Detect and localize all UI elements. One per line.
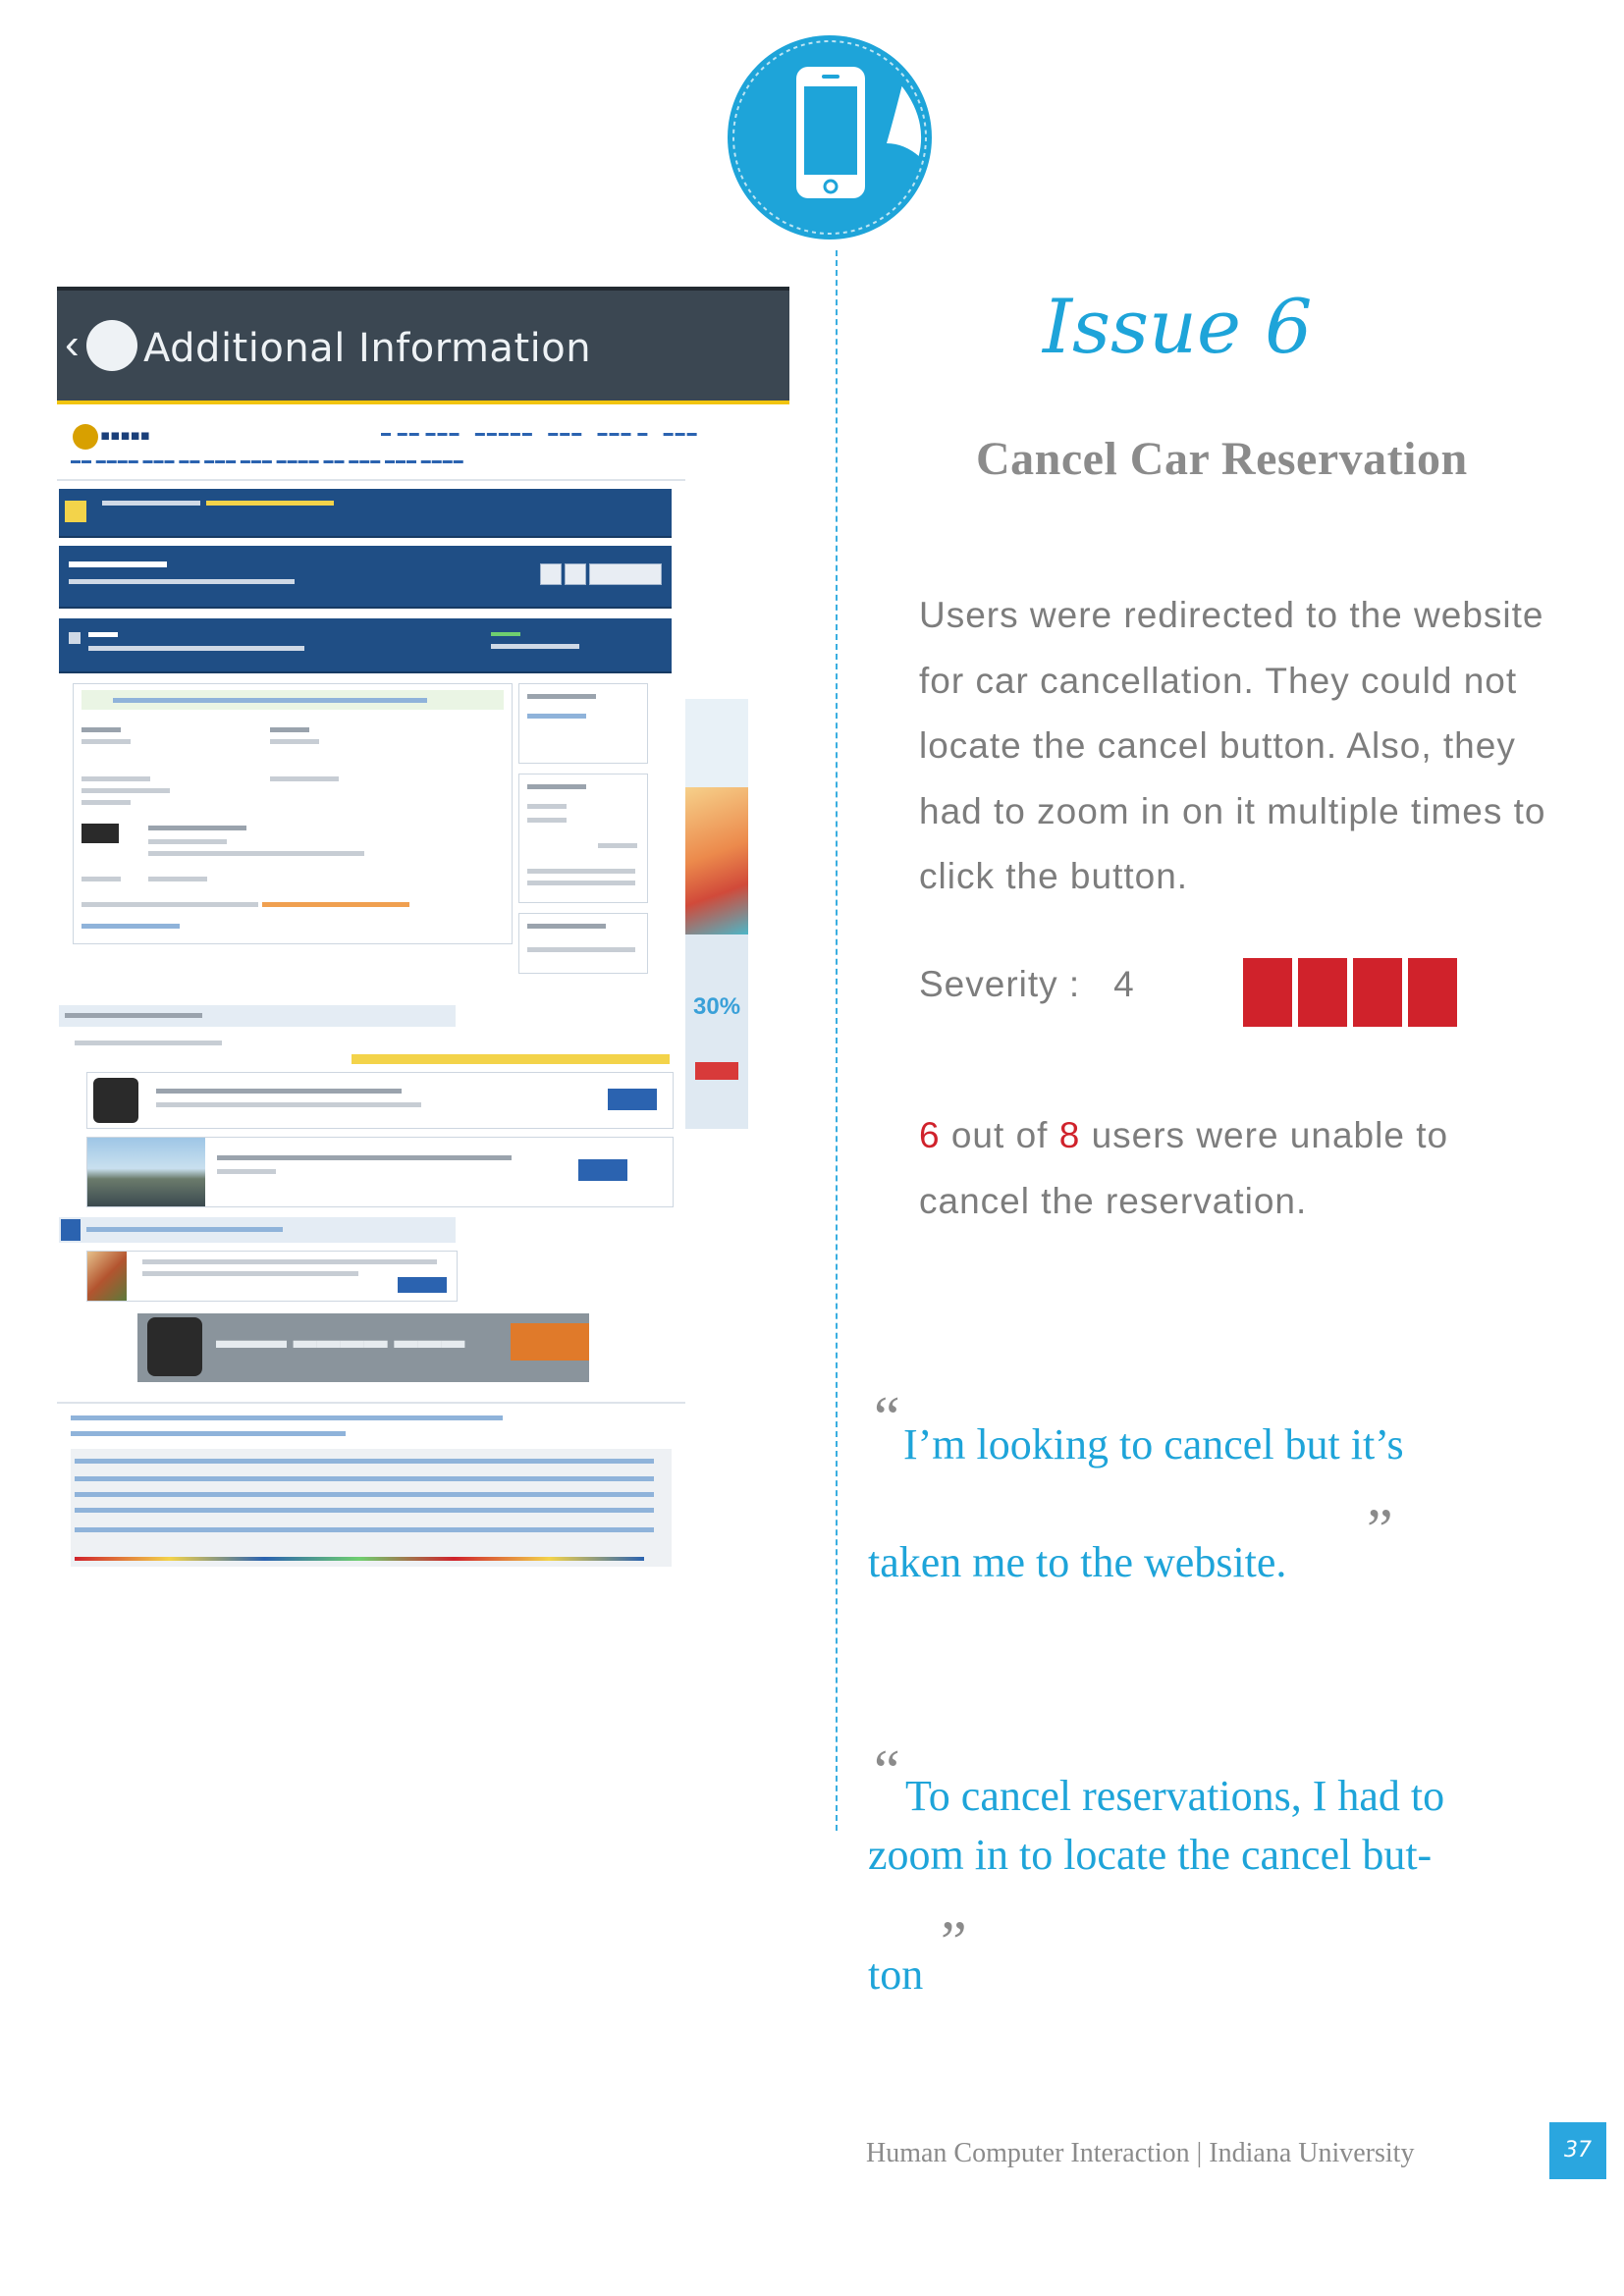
chevron-left-icon: ‹ [65, 320, 80, 368]
manage-booking-panel [518, 683, 648, 764]
promo-strip [352, 1054, 670, 1064]
site-logo-icon [73, 424, 98, 450]
car-title-bar [59, 546, 672, 609]
severity-block [1243, 958, 1292, 1027]
page-number: 37 [1549, 2122, 1606, 2179]
quote-2-line-3: ton [868, 1950, 924, 1999]
activity-offer [86, 1137, 674, 1207]
site-sub-nav: ▬▬ ▬▬▬▬ ▬▬▬ ▬▬ ▬▬▬ ▬▬▬ ▬▬▬▬ ▬▬ ▬▬▬ ▬▬▬ ▬… [71, 455, 464, 466]
screenshot-header: ‹ Additional Information [57, 287, 789, 404]
user-stat: 6 out of 8 users were unable to cancel t… [919, 1103, 1469, 1234]
site-footer [71, 1449, 672, 1567]
stat-out-of: out of [950, 1115, 1049, 1155]
severity-row: Severity : 4 [919, 964, 1135, 1005]
app-banner [59, 489, 672, 538]
flight-offer [86, 1251, 458, 1302]
aspca-banner: ▬▬▬ ▬▬▬▬ ▬▬▬ [137, 1313, 589, 1382]
dog-photo [147, 1317, 202, 1376]
transport-offer [86, 1072, 674, 1129]
print-icon [540, 563, 562, 585]
issue-title: Issue 6 [1043, 283, 1313, 370]
bus-icon [93, 1078, 138, 1123]
alcatraz-photo [87, 1138, 205, 1206]
quote-1-line-2: taken me to the website. [868, 1538, 1287, 1586]
open-quote-mark: “ [874, 1385, 900, 1450]
email-icon [565, 563, 586, 585]
flight-section-header [59, 1217, 456, 1243]
issue-subtitle: Cancel Car Reservation [976, 433, 1468, 485]
website-screenshot: ▪▪▪▪▪ ▬ ▬▬ ▬▬▬ ▬▬▬▬▬ ▬▬▬ ▬▬▬ ▬ ▬▬▬ ▬▬ ▬▬… [57, 404, 789, 1592]
select-button [608, 1089, 657, 1110]
open-quote-mark: “ [874, 1738, 900, 1803]
share-button [589, 563, 662, 585]
phone-icon [728, 35, 932, 240]
reservation-details [73, 683, 513, 944]
airplane-icon [86, 320, 137, 371]
stat-count: 6 [919, 1115, 941, 1155]
section-header [59, 1005, 456, 1027]
side-advertisement: 30% [685, 699, 748, 1129]
severity-block [1353, 958, 1402, 1027]
screenshot-image: ‹ Additional Information ▪▪▪▪▪ ▬ ▬▬ ▬▬▬ … [57, 287, 789, 1592]
issue-description: Users were redirected to the website for… [919, 595, 1546, 896]
severity-meter [1243, 958, 1457, 1027]
column-divider [836, 250, 838, 1831]
page-footer: Human Computer Interaction | Indiana Uni… [866, 2138, 1415, 2168]
stat-total: 8 [1058, 1115, 1081, 1155]
site-logo: ▪▪▪▪▪ [100, 426, 150, 444]
car-brand-logo [81, 824, 119, 843]
quote-2-line-2: zoom in to locate the cancel but- [868, 1831, 1433, 1879]
screenshot-header-title: Additional Information [143, 326, 592, 371]
close-quote-mark: ” [941, 1909, 967, 1974]
price-summary-panel [518, 774, 648, 903]
quote-2-line-1: To cancel reservations, I had to [905, 1772, 1445, 1820]
severity-block [1298, 958, 1347, 1027]
select-button-2 [578, 1159, 627, 1181]
footer-divider [57, 1402, 685, 1404]
close-quote-mark: ” [1367, 1497, 1393, 1562]
quote-1-line-1: I’m looking to cancel but it’s [903, 1420, 1404, 1468]
reservation-bar [59, 618, 672, 673]
add-to-calendar-panel [518, 913, 648, 974]
severity-block [1408, 958, 1457, 1027]
severity-value: 4 [1113, 964, 1135, 1004]
site-divider [57, 479, 685, 481]
site-top-nav: ▬ ▬▬ ▬▬▬ ▬▬▬▬▬ ▬▬▬ ▬▬▬ ▬ ▬▬▬ [381, 428, 699, 439]
severity-label: Severity : [919, 964, 1081, 1004]
